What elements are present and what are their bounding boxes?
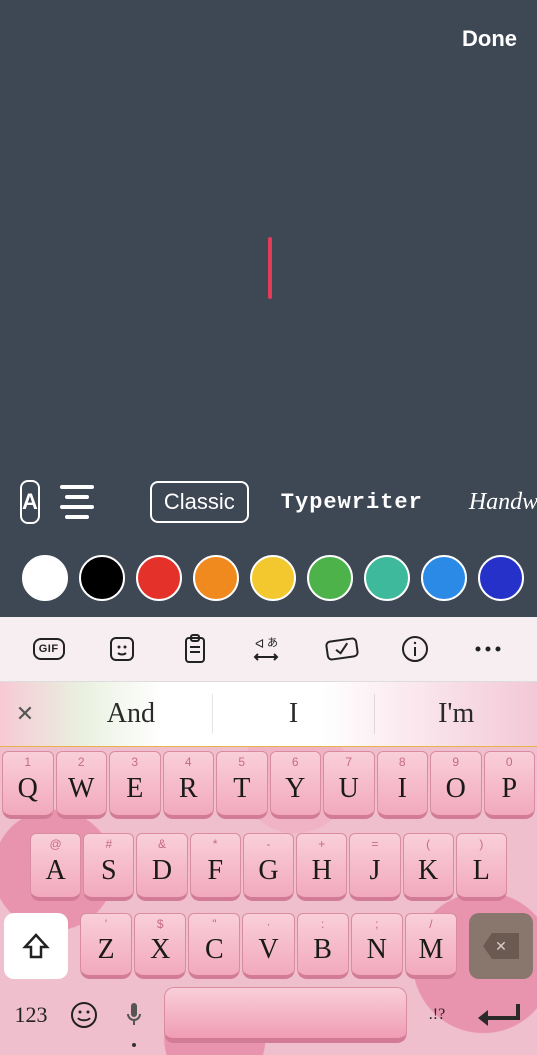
suggestion-2[interactable]: I <box>213 698 375 730</box>
key-h[interactable]: +H <box>296 833 347 901</box>
svg-text:あ: あ <box>267 636 278 649</box>
text-align-button[interactable] <box>60 480 94 524</box>
color-swatch[interactable] <box>307 555 353 601</box>
key-a[interactable]: @A <box>30 833 81 901</box>
text-fill-toggle[interactable]: A <box>20 480 40 524</box>
key-r[interactable]: 4R <box>163 751 215 819</box>
key-w[interactable]: 2W <box>56 751 108 819</box>
suggestion-close[interactable]: ✕ <box>0 701 50 727</box>
key-f[interactable]: *F <box>190 833 241 901</box>
keyboard-panel: GIF ᐊあ ✕ And I I'm 1Q2W3E4R5T6Y7U8I9O0P … <box>0 617 537 1055</box>
translate-button[interactable]: ᐊあ <box>248 629 288 669</box>
font-style-list: Classic Typewriter Handwri <box>150 481 537 524</box>
color-swatch[interactable] <box>478 555 524 601</box>
more-button[interactable] <box>468 629 508 669</box>
key-i[interactable]: 8I <box>377 751 429 819</box>
keyboard-toolbar: GIF ᐊあ <box>0 617 537 681</box>
key-y[interactable]: 6Y <box>270 751 322 819</box>
key-q[interactable]: 1Q <box>2 751 54 819</box>
enter-key[interactable] <box>463 987 533 1043</box>
font-style-classic[interactable]: Classic <box>150 481 249 523</box>
spacebar[interactable] <box>164 987 407 1043</box>
text-cursor <box>268 237 272 299</box>
backspace-key[interactable]: ✕ <box>469 913 533 979</box>
key-e[interactable]: 3E <box>109 751 161 819</box>
color-swatch[interactable] <box>136 555 182 601</box>
shift-key[interactable] <box>4 913 68 979</box>
key-l[interactable]: )L <box>456 833 507 901</box>
color-swatch[interactable] <box>22 555 68 601</box>
color-swatch[interactable] <box>421 555 467 601</box>
key-z[interactable]: 'Z <box>80 913 132 979</box>
key-g[interactable]: -G <box>243 833 294 901</box>
key-k[interactable]: (K <box>403 833 454 901</box>
suggestion-3[interactable]: I'm <box>375 698 537 730</box>
info-button[interactable] <box>395 629 435 669</box>
key-j[interactable]: =J <box>349 833 400 901</box>
key-b[interactable]: :B <box>297 913 349 979</box>
color-swatch-row <box>0 555 537 601</box>
font-style-handwriting[interactable]: Handwri <box>455 481 537 524</box>
color-swatch[interactable] <box>364 555 410 601</box>
font-style-typewriter[interactable]: Typewriter <box>267 482 437 523</box>
color-swatch[interactable] <box>79 555 125 601</box>
autocorrect-button[interactable] <box>322 629 362 669</box>
key-d[interactable]: &D <box>136 833 187 901</box>
done-button[interactable]: Done <box>462 26 517 52</box>
svg-text:ᐊ: ᐊ <box>255 637 264 651</box>
gif-button[interactable]: GIF <box>29 629 69 669</box>
key-x[interactable]: $X <box>134 913 186 979</box>
key-u[interactable]: 7U <box>323 751 375 819</box>
emoji-key[interactable] <box>60 985 108 1045</box>
key-c[interactable]: "C <box>188 913 240 979</box>
clipboard-button[interactable] <box>175 629 215 669</box>
suggestion-bar: ✕ And I I'm <box>0 681 537 747</box>
color-swatch[interactable] <box>193 555 239 601</box>
mic-key[interactable] <box>110 985 158 1045</box>
color-swatch[interactable] <box>250 555 296 601</box>
key-p[interactable]: 0P <box>484 751 536 819</box>
key-n[interactable]: ;N <box>351 913 403 979</box>
text-style-toolbar: A Classic Typewriter Handwri <box>0 479 537 525</box>
key-o[interactable]: 9O <box>430 751 482 819</box>
key-area: 1Q2W3E4R5T6Y7U8I9O0P @A#S&D*F-G+H=J(K)L … <box>0 747 537 1055</box>
punctuation-key[interactable]: .!? <box>413 985 461 1045</box>
numeric-key[interactable]: 123 <box>4 985 58 1045</box>
key-m[interactable]: /M <box>405 913 457 979</box>
sticker-button[interactable] <box>102 629 142 669</box>
key-v[interactable]: ·V <box>242 913 294 979</box>
key-t[interactable]: 5T <box>216 751 268 819</box>
key-s[interactable]: #S <box>83 833 134 901</box>
suggestion-1[interactable]: And <box>50 698 212 730</box>
